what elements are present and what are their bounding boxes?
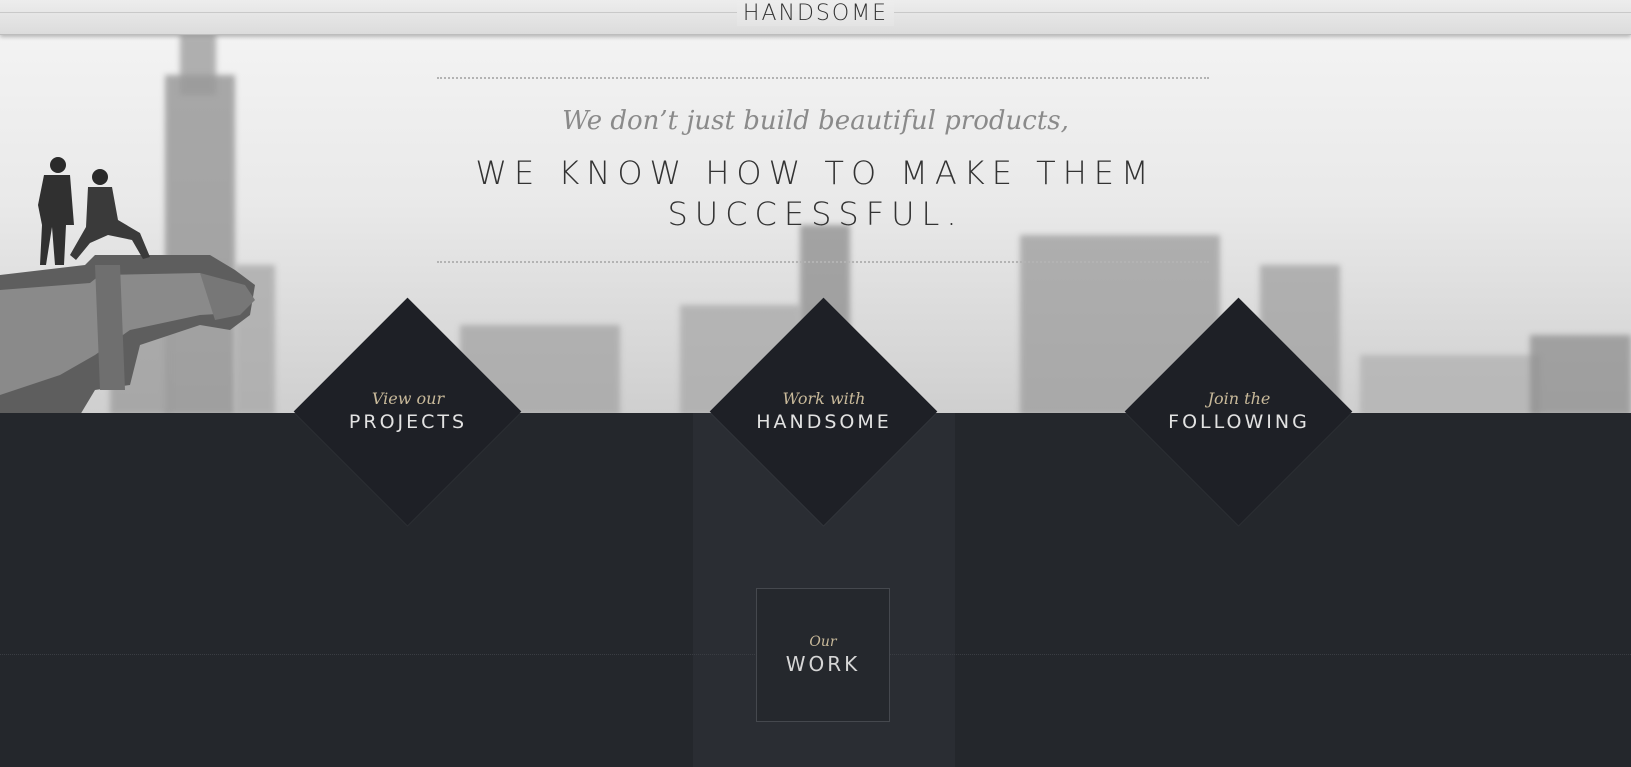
hero-headline-line1: WE KNOW HOW TO MAKE THEM	[475, 154, 1156, 192]
skyline-building	[180, 35, 216, 95]
work-with-label: HANDSOME	[756, 411, 892, 433]
join-following-button[interactable]: Join the FOLLOWING	[1124, 297, 1353, 526]
following-label: FOLLOWING	[1168, 411, 1310, 433]
top-bar: HANDSOME	[0, 0, 1631, 35]
hero-headline-line2: SUCCESSFUL.	[667, 195, 964, 233]
skyline-building	[1360, 355, 1540, 413]
logo-text: HANDSOME	[736, 1, 895, 26]
work-with-handsome-button[interactable]: Work with HANDSOME	[709, 297, 938, 526]
skyline-building	[1530, 335, 1631, 413]
logo-link[interactable]: HANDSOME	[0, 1, 1631, 27]
bottom-dotted-divider	[437, 261, 1209, 263]
our-work-button[interactable]: Our WORK	[756, 588, 890, 722]
top-dotted-divider	[437, 77, 1209, 79]
view-projects-label: PROJECTS	[348, 411, 468, 433]
our-work-subtitle: Our	[809, 634, 837, 650]
hero-headline: WE KNOW HOW TO MAKE THEM SUCCESSFUL.	[0, 153, 1631, 235]
view-projects-button[interactable]: View our PROJECTS	[293, 297, 522, 526]
hero-tagline: We don’t just build beautiful products,	[562, 106, 1069, 136]
our-work-label: WORK	[785, 652, 861, 676]
work-with-subtitle: Work with	[782, 389, 866, 408]
join-the-subtitle: Join the	[1207, 389, 1271, 408]
view-projects-subtitle: View our	[371, 389, 445, 408]
